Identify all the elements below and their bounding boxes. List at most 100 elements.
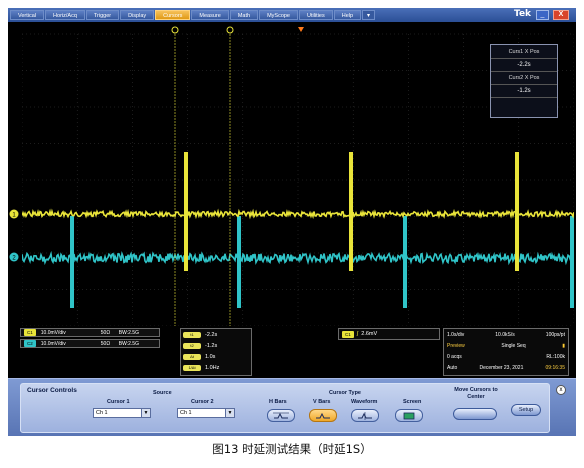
time-per-div: 1.0s/div xyxy=(447,331,465,338)
source-label: Source xyxy=(153,390,172,396)
channel-1-impedance: 50Ω xyxy=(100,329,111,336)
delta-t-value: 1.0s xyxy=(205,353,216,360)
figure-caption: 图13 时延测试结果（时延1S） xyxy=(212,442,372,456)
channel-2-badge: C2 xyxy=(24,340,36,347)
chevron-down-icon: ▼ xyxy=(141,409,150,417)
trigger-level-icon: ▮ xyxy=(562,342,565,349)
channel-1-badge: C1 xyxy=(24,329,36,336)
cursor-value-row: t1 -2.2s xyxy=(181,329,251,340)
menu-myscope[interactable]: MyScope xyxy=(259,10,298,20)
waveform-pulse xyxy=(349,152,353,271)
cursor-control-frame: Cursor Controls Source Cursor 1 Cursor 2… xyxy=(20,383,550,433)
screen-button[interactable] xyxy=(395,409,423,422)
cursor-1-handle[interactable] xyxy=(171,26,179,34)
menu-bar: Vertical Horiz/Acq Trigger Display Curso… xyxy=(8,8,576,22)
waveform-pulse xyxy=(570,216,574,308)
acquisition-readout[interactable]: 1.0s/div 10.0kS/s 100ps/pt Preview Singl… xyxy=(443,328,569,376)
channel-1-scale: 10.0mV/div xyxy=(40,329,66,336)
curs2-value: -1.2s xyxy=(491,84,557,98)
cursor-value-row: t2 -1.2s xyxy=(181,340,251,351)
channel-2-impedance: 50Ω xyxy=(100,340,111,347)
t2-value: -1.2s xyxy=(205,342,218,349)
cursor-2-handle[interactable] xyxy=(226,26,234,34)
waveform-pulse xyxy=(184,152,188,271)
menu-vertical[interactable]: Vertical xyxy=(10,10,45,20)
move-cursors-button[interactable] xyxy=(453,408,497,420)
cursor-readout-panel: Curs1 X Pos -2.2s Curs2 X Pos -1.2s xyxy=(490,44,558,118)
cursor-1-source-value: Ch 1 xyxy=(96,410,108,416)
minimize-button[interactable]: _ xyxy=(536,10,549,20)
run-mode: Auto xyxy=(447,364,458,371)
waveform-pulse xyxy=(403,216,407,308)
cursor-1-label: Cursor 1 xyxy=(107,399,130,405)
cursor-2-label: Cursor 2 xyxy=(191,399,214,405)
menu-display[interactable]: Display xyxy=(120,10,155,20)
trigger-source-badge: C1 xyxy=(342,330,354,338)
cursor-2-source-select[interactable]: Ch 1 ▼ xyxy=(177,408,235,418)
cursor-value-row: Δt 1.0s xyxy=(181,351,251,362)
menu-help[interactable]: Help xyxy=(333,10,362,20)
freq-value: 1.0Hz xyxy=(205,364,220,371)
acquisition-count: 0 acqs xyxy=(447,353,462,360)
channel-1-bandwidth: BW:2.5G xyxy=(118,329,139,336)
menu-math[interactable]: Math xyxy=(229,10,259,20)
curs2-label: Curs2 X Pos xyxy=(508,75,540,81)
menu-cursors[interactable]: Cursors xyxy=(155,10,191,20)
trigger-level: 2.6mV xyxy=(361,331,378,337)
curs1-value: -2.2s xyxy=(491,58,557,72)
move-cursors-label: Move Cursors to Center xyxy=(454,387,498,400)
cursor-2-source-value: Ch 1 xyxy=(180,410,192,416)
vbars-icon xyxy=(316,412,330,418)
trigger-position-marker xyxy=(298,27,304,32)
waveform-trace xyxy=(22,208,574,220)
panel-close-button[interactable]: x xyxy=(556,385,566,395)
screen-icon xyxy=(403,412,415,419)
hbars-icon xyxy=(273,412,289,418)
freq-badge: 1/Δt xyxy=(183,364,201,371)
chevron-down-icon: ▼ xyxy=(225,409,234,417)
waveform-icon xyxy=(358,411,372,420)
setup-button[interactable]: Setup xyxy=(511,404,541,416)
menu-utilities[interactable]: Utilities xyxy=(299,10,333,20)
trigger-readout[interactable]: C1 ∫ 2.6mV xyxy=(338,328,440,340)
cursor-1-source-select[interactable]: Ch 1 ▼ xyxy=(93,408,151,418)
vbars-button[interactable] xyxy=(309,409,337,422)
close-button[interactable]: X xyxy=(553,10,569,20)
waveform-label: Waveform xyxy=(351,399,378,405)
cursor-value-row: 1/Δt 1.0Hz xyxy=(181,362,251,373)
record-length: RL:100k xyxy=(546,353,565,360)
resolution: 100ps/pt xyxy=(545,331,565,338)
hbars-button[interactable] xyxy=(267,409,295,422)
t1-badge: t1 xyxy=(183,331,201,338)
oscilloscope-screen: Vertical Horiz/Acq Trigger Display Curso… xyxy=(8,8,576,436)
preview-label: Preview xyxy=(447,342,465,349)
vbars-label: V Bars xyxy=(313,399,331,405)
menu-horiz-acq[interactable]: Horiz/Acq xyxy=(45,10,85,20)
acquisition-date: December 23, 2021 xyxy=(479,364,524,371)
tek-logo: Tek xyxy=(514,9,532,19)
cursor-control-panel: Cursor Controls Source Cursor 1 Cursor 2… xyxy=(8,378,576,436)
rising-edge-icon: ∫ xyxy=(356,331,359,337)
hbars-label: H Bars xyxy=(269,399,287,405)
sample-rate: 10.0kS/s xyxy=(495,331,515,338)
channel-2-scale: 10.0mV/div xyxy=(40,340,66,347)
waveform-pulse xyxy=(237,216,241,308)
channel-1-info[interactable]: C1 10.0mV/div 50Ω BW:2.5G xyxy=(20,328,160,337)
delta-t-badge: Δt xyxy=(183,353,201,360)
channel-2-info[interactable]: C2 10.0mV/div 50Ω BW:2.5G xyxy=(20,339,160,348)
menu-trigger[interactable]: Trigger xyxy=(85,10,120,20)
menu-more-arrow[interactable]: ▾ xyxy=(362,10,376,20)
channel-2-bandwidth: BW:2.5G xyxy=(118,340,139,347)
cursor-values-box[interactable]: t1 -2.2s t2 -1.2s Δt 1.0s 1/Δt 1.0Hz xyxy=(180,328,252,376)
waveform-button[interactable] xyxy=(351,409,379,422)
curs1-label: Curs1 X Pos xyxy=(508,49,540,55)
t2-badge: t2 xyxy=(183,342,201,349)
acquisition-time: 09:16:35 xyxy=(545,364,565,371)
panel-title: Cursor Controls xyxy=(27,387,77,394)
screen-label: Screen xyxy=(403,399,422,405)
waveform-pulse xyxy=(515,152,519,271)
cursor-type-label: Cursor Type xyxy=(329,390,361,396)
waveform-pulse xyxy=(70,216,74,308)
channel-markers: 1 2 xyxy=(9,209,19,262)
menu-measure[interactable]: Measure xyxy=(191,10,229,20)
